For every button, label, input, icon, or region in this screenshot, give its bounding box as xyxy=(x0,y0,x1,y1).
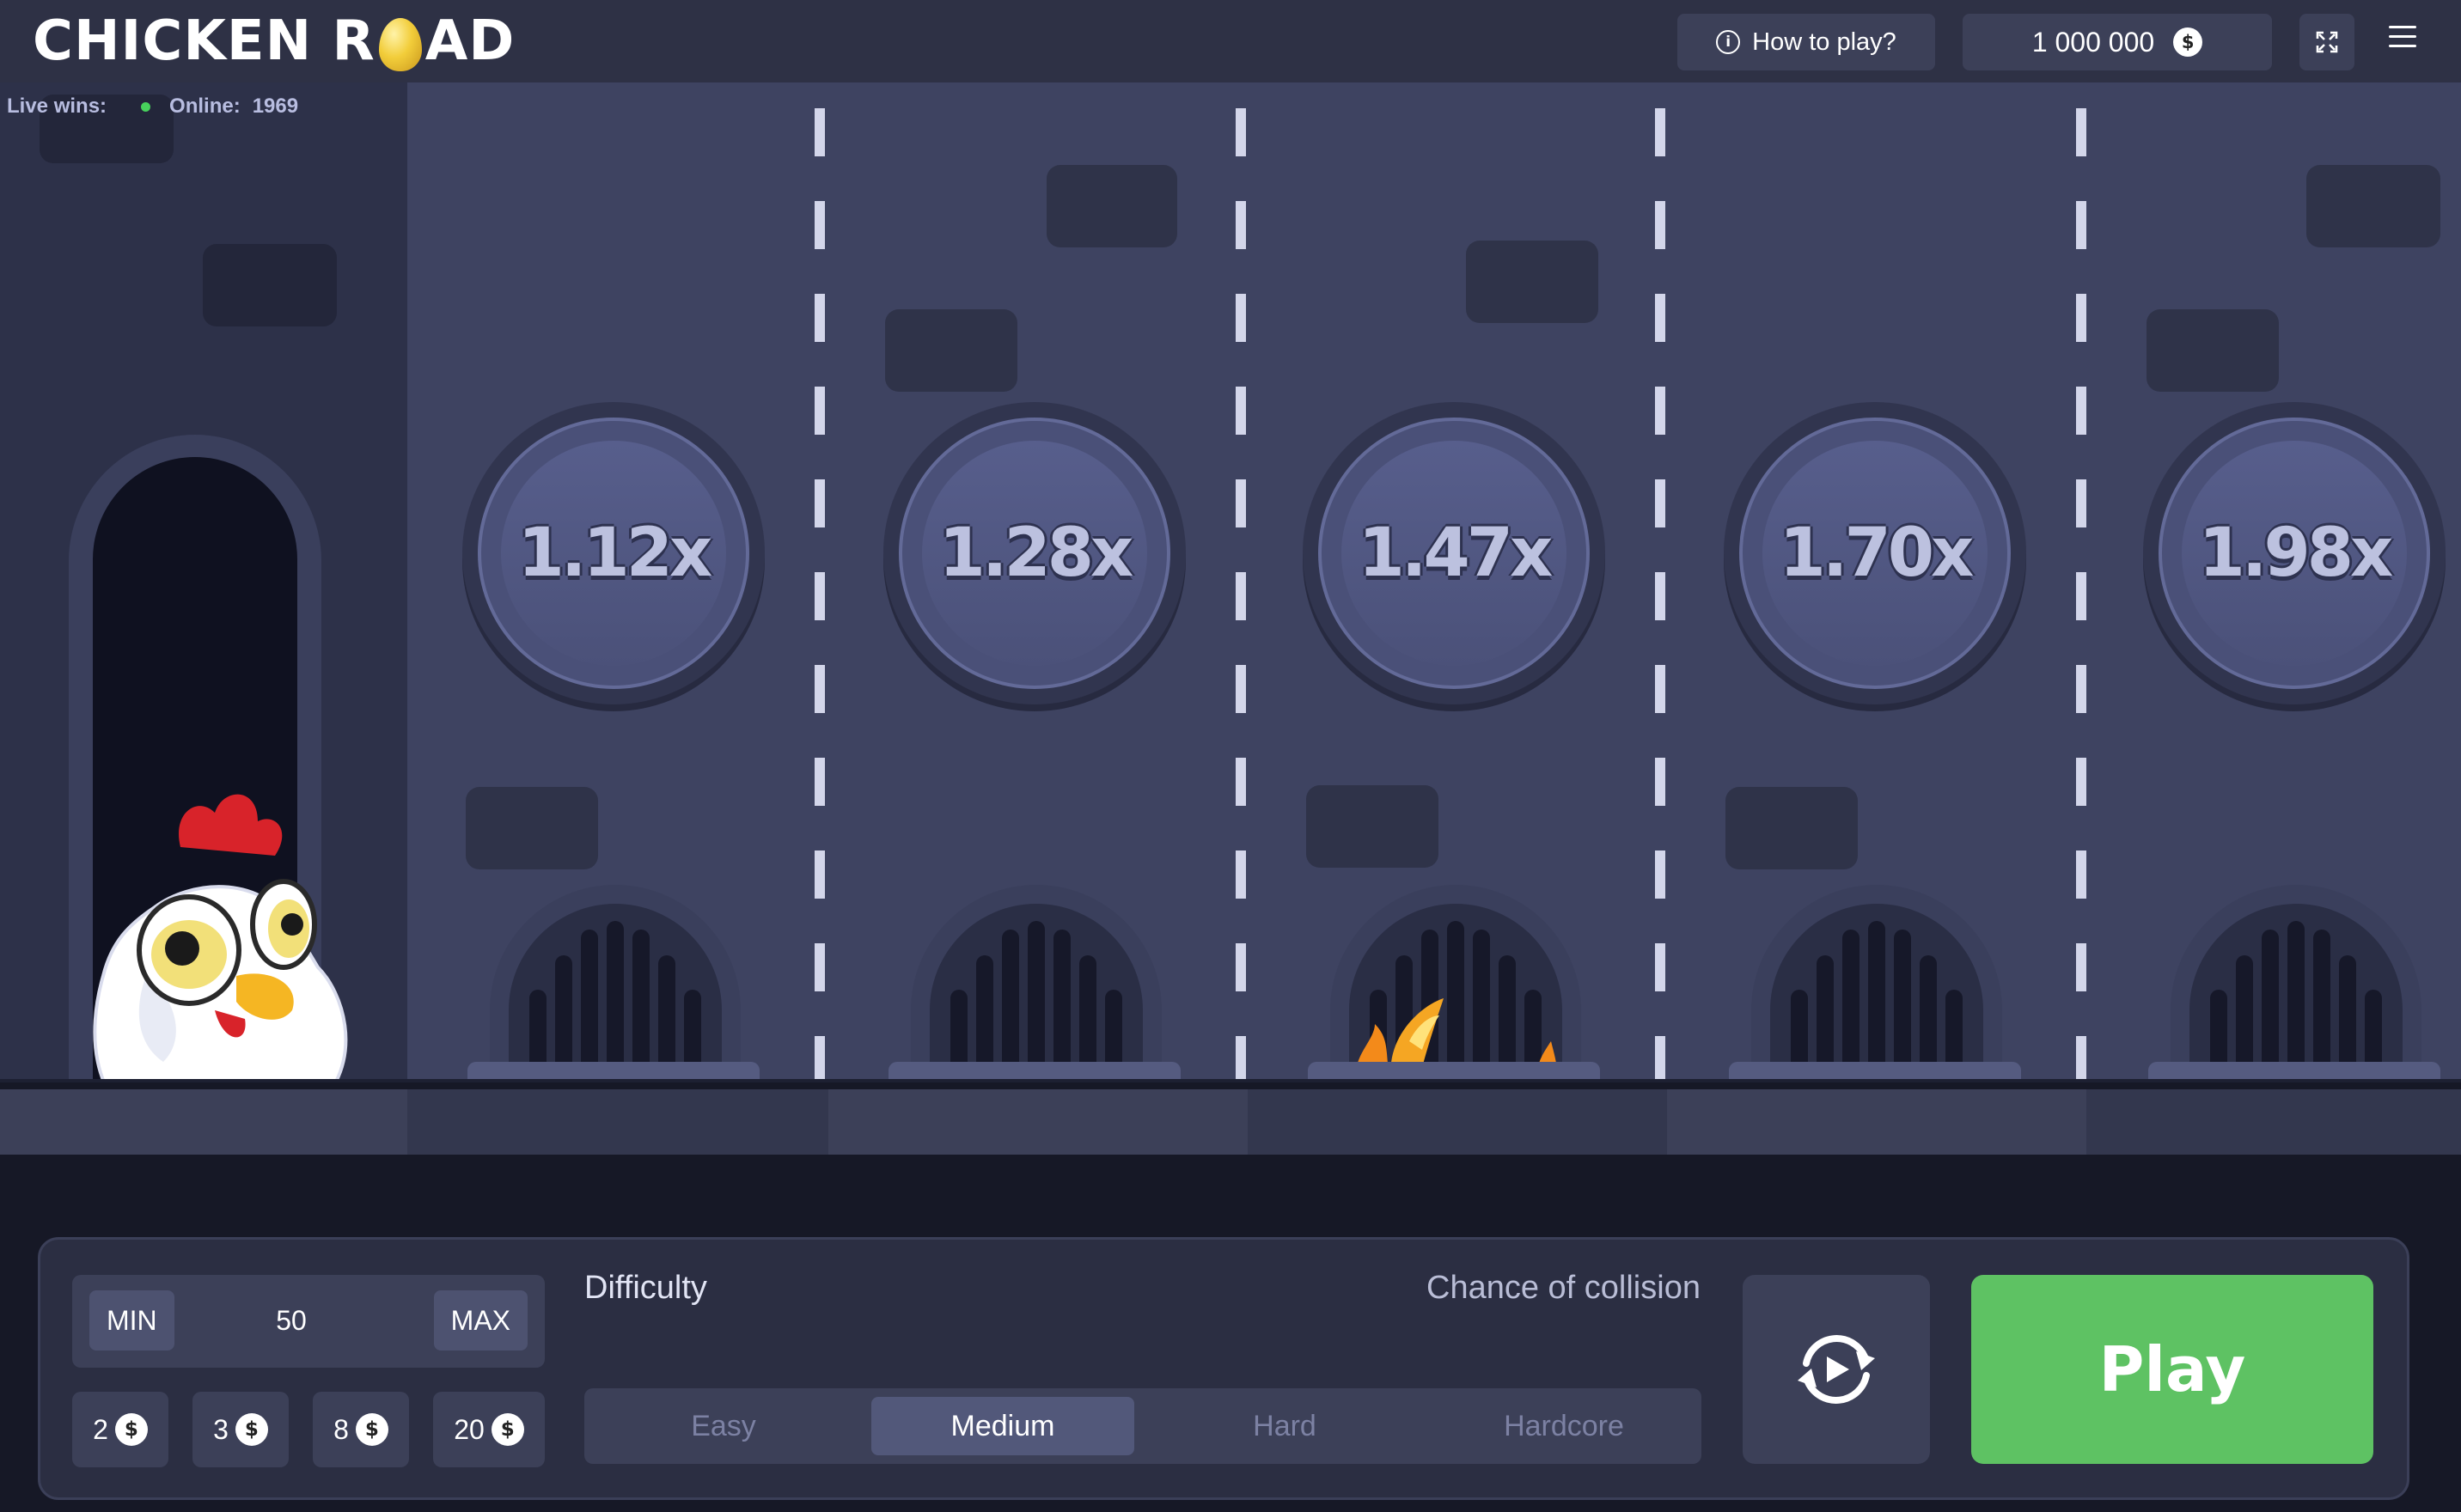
balance-value: 1 000 000 xyxy=(2031,26,2155,58)
difficulty-medium[interactable]: Medium xyxy=(871,1397,1134,1455)
quick-bet-value: 3 xyxy=(213,1413,229,1445)
difficulty-hard[interactable]: Hard xyxy=(1151,1397,1418,1455)
how-to-play-label: How to play? xyxy=(1752,27,1896,56)
auto-play-button[interactable] xyxy=(1743,1275,1930,1464)
info-icon: i xyxy=(1716,30,1741,54)
lane-divider xyxy=(1655,108,1665,1082)
logo-text-end: AD xyxy=(424,9,516,73)
multiplier-coin: 1.47x xyxy=(1303,402,1605,704)
wall-brick xyxy=(2306,165,2440,247)
sidewalk-segment xyxy=(407,1089,828,1155)
sidewalk-segment xyxy=(2086,1089,2461,1155)
multiplier-coin: 1.12x xyxy=(462,402,765,704)
bet-amount-box: MIN 50 MAX xyxy=(72,1275,545,1368)
live-stats: Live wins: Online: 1969 xyxy=(7,94,298,119)
online-status-dot xyxy=(141,101,151,112)
multiplier-value: 1.28x xyxy=(938,515,1134,592)
quick-bet-button[interactable]: 8 $ xyxy=(313,1392,409,1467)
logo-text-start: CHICKEN R xyxy=(33,9,376,73)
quick-bet-value: 20 xyxy=(454,1413,485,1445)
online-label: Online: xyxy=(169,94,241,118)
live-wins-label: Live wins: xyxy=(7,94,107,118)
sidewalk-segment xyxy=(1248,1089,1667,1155)
difficulty-label: Difficulty xyxy=(584,1270,707,1306)
fullscreen-button[interactable] xyxy=(2299,14,2354,70)
dollar-coin-icon: $ xyxy=(114,1413,148,1446)
wall-brick xyxy=(1466,241,1598,323)
wall-brick xyxy=(466,787,598,869)
dollar-coin-icon: $ xyxy=(355,1413,388,1446)
quick-bet-button[interactable]: 3 $ xyxy=(192,1392,289,1467)
sidewalk-segment xyxy=(0,1089,407,1155)
hamburger-menu-icon[interactable] xyxy=(2389,26,2416,52)
lane-divider xyxy=(815,108,825,1082)
multiplier-coin: 1.28x xyxy=(883,402,1186,704)
game-board: Live wins: Online: 1969 1.12x 1.28x 1.47… xyxy=(0,82,2461,1082)
chicken-character xyxy=(93,794,348,1082)
multiplier-coin: 1.98x xyxy=(2143,402,2446,704)
multiplier-value: 1.98x xyxy=(2198,515,2394,592)
multiplier-value: 1.70x xyxy=(1779,515,1975,592)
dollar-coin-icon: $ xyxy=(491,1413,524,1446)
chicken-road-logo: CHICKEN R AD xyxy=(33,7,515,76)
multiplier-value: 1.12x xyxy=(517,515,713,592)
bet-amount-input[interactable]: 50 xyxy=(244,1290,339,1350)
sidewalk-segment xyxy=(828,1089,1248,1155)
expand-icon xyxy=(2316,31,2338,53)
sidewalk-segment xyxy=(1667,1089,2086,1155)
egg-icon xyxy=(378,18,422,71)
quick-bet-value: 8 xyxy=(333,1413,349,1445)
dollar-coin-icon: $ xyxy=(235,1413,268,1446)
quick-bet-button[interactable]: 20 $ xyxy=(433,1392,545,1467)
play-button[interactable]: Play xyxy=(1971,1275,2373,1464)
quick-bet-value: 2 xyxy=(93,1413,108,1445)
road-edge xyxy=(0,1079,2461,1082)
online-count: 1969 xyxy=(252,94,299,118)
collision-chance-label: Chance of collision xyxy=(1426,1270,1701,1306)
wall-brick xyxy=(1725,787,1858,869)
dollar-coin-icon: $ xyxy=(2173,27,2203,57)
wall-brick xyxy=(203,244,337,326)
wall-brick xyxy=(1306,785,1438,868)
manhole-grate xyxy=(490,885,741,1082)
min-bet-button[interactable]: MIN xyxy=(89,1290,174,1350)
wall-brick xyxy=(885,309,1017,392)
wall-brick xyxy=(1047,165,1177,247)
lane-divider xyxy=(2076,108,2086,1082)
quick-bet-button[interactable]: 2 $ xyxy=(72,1392,168,1467)
difficulty-easy[interactable]: Easy xyxy=(595,1397,852,1455)
wall-brick xyxy=(2147,309,2279,392)
manhole-grate xyxy=(911,885,1162,1082)
manhole-grate xyxy=(1751,885,2002,1082)
balance-display: 1 000 000 $ xyxy=(1963,14,2272,70)
autoplay-icon xyxy=(1798,1335,1875,1404)
manhole-grate xyxy=(2171,885,2421,1082)
how-to-play-button[interactable]: i How to play? xyxy=(1677,14,1935,70)
max-bet-button[interactable]: MAX xyxy=(433,1290,528,1350)
top-bar: CHICKEN R AD i How to play? 1 000 000 $ xyxy=(0,0,2461,82)
lane-divider xyxy=(1236,108,1246,1082)
multiplier-coin: 1.70x xyxy=(1724,402,2026,704)
multiplier-value: 1.47x xyxy=(1358,515,1554,592)
difficulty-selector: Easy Medium Hard Hardcore xyxy=(584,1388,1701,1464)
difficulty-hardcore[interactable]: Hardcore xyxy=(1435,1397,1693,1455)
